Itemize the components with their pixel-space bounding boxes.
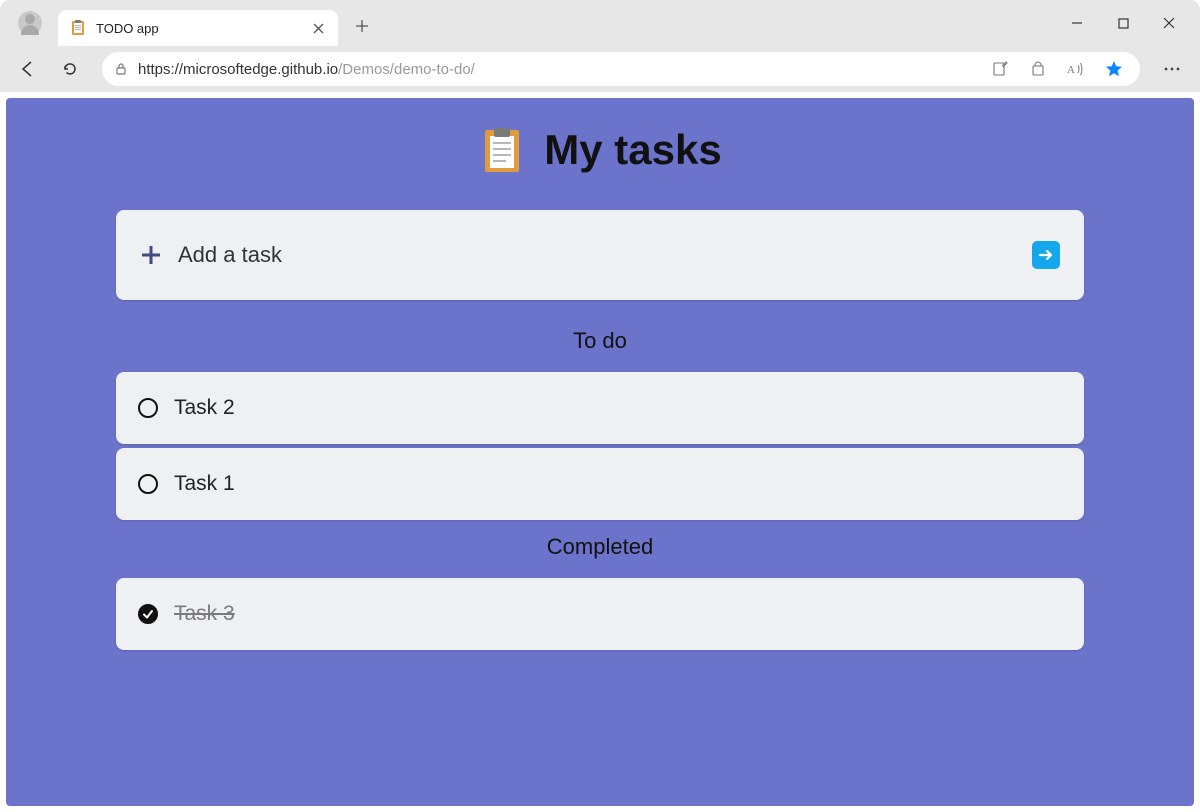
task-item: Task 3 [116,578,1084,650]
settings-menu-button[interactable] [1154,51,1190,87]
address-bar[interactable]: https://microsoftedge.github.io/Demos/de… [102,52,1140,86]
task-label: Task 2 [174,396,235,420]
task-checkbox[interactable] [138,398,158,418]
task-item: Task 2 [116,372,1084,444]
shopping-icon[interactable] [1024,55,1052,83]
toolbar: https://microsoftedge.github.io/Demos/de… [0,46,1200,92]
app-inner: My tasks To do Task 2 [110,126,1090,650]
task-item: Task 1 [116,448,1084,520]
maximize-button[interactable] [1100,3,1146,43]
back-button[interactable] [10,51,46,87]
tab-title: TODO app [96,21,300,36]
content-area: My tasks To do Task 2 [0,92,1200,812]
task-checkbox-checked[interactable] [138,604,158,624]
title-bar: TODO app [0,0,1200,46]
plus-icon [140,244,162,266]
app-viewport: My tasks To do Task 2 [6,98,1194,806]
completed-section-label: Completed [116,534,1084,560]
svg-text:A: A [1067,64,1075,76]
favorite-star-icon[interactable] [1100,55,1128,83]
todo-section-label: To do [116,328,1084,354]
profile-avatar-icon[interactable] [18,11,42,35]
read-aloud-icon[interactable]: A [1062,55,1090,83]
check-icon [142,608,154,620]
task-label: Task 1 [174,472,235,496]
task-checkbox[interactable] [138,474,158,494]
clipboard-icon [70,20,86,36]
page-title: My tasks [116,126,1084,174]
browser-window: TODO app [0,0,1200,812]
window-controls [1054,3,1192,43]
lock-icon [114,62,128,76]
add-task-input[interactable] [178,242,1016,268]
submit-task-button[interactable] [1032,241,1060,269]
edit-icon[interactable] [986,55,1014,83]
arrow-right-icon [1037,246,1055,264]
window-close-button[interactable] [1146,3,1192,43]
close-icon[interactable] [310,20,326,36]
clipboard-icon [478,126,526,174]
browser-tab[interactable]: TODO app [58,10,338,46]
new-tab-button[interactable] [346,10,378,42]
url-text: https://microsoftedge.github.io/Demos/de… [138,61,976,78]
refresh-button[interactable] [52,51,88,87]
minimize-button[interactable] [1054,3,1100,43]
app-title-text: My tasks [544,126,721,174]
task-label: Task 3 [174,602,235,626]
add-task-card [116,210,1084,300]
